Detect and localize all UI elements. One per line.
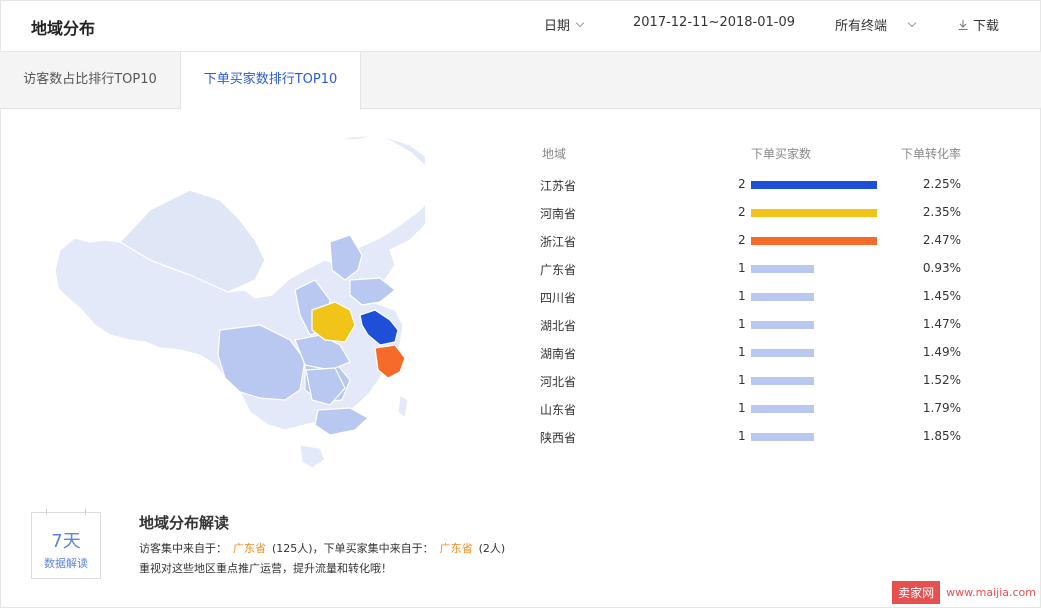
row-region: 江苏省	[540, 179, 577, 193]
table-row[interactable]: 山东省 1 1.79%	[540, 395, 965, 423]
row-region: 河南省	[540, 207, 577, 221]
row-region: 湖北省	[540, 319, 577, 333]
row-region: 河北省	[540, 375, 577, 389]
interpretation-line-2: 重视对这些地区重点推广运营，提升流量和转化哦！	[139, 562, 392, 575]
table-row[interactable]: 湖北省 1 1.47%	[540, 311, 965, 339]
row-bar	[751, 349, 814, 357]
row-bar	[751, 265, 814, 273]
col-header-region: 地域	[542, 147, 567, 161]
watermark-brand: 卖家网	[892, 580, 941, 604]
row-count: 2	[738, 205, 746, 219]
row-region: 广东省	[540, 263, 577, 277]
row-rate: 1.49%	[922, 345, 961, 359]
row-region: 陕西省	[540, 431, 577, 445]
buyer-region: 广东省	[439, 542, 473, 555]
table-row[interactable]: 四川省 1 1.45%	[540, 283, 965, 311]
row-region: 浙江省	[540, 235, 577, 249]
row-region: 湖南省	[540, 347, 577, 361]
row-bar	[751, 405, 814, 413]
row-bar	[751, 293, 814, 301]
row-rate: 0.93%	[922, 261, 961, 275]
header: 地域分布 日期 2017-12-11~2018-01-09 所有终端 下载	[0, 0, 1041, 52]
calendar-rings	[46, 509, 86, 515]
download-button[interactable]: 下载	[957, 15, 999, 34]
row-bar	[751, 433, 814, 441]
terminal-label: 所有终端	[835, 19, 888, 34]
row-region: 山东省	[540, 403, 577, 417]
china-map	[54, 134, 425, 469]
table-row[interactable]: 陕西省 1 1.85%	[540, 423, 965, 451]
table-row[interactable]: 浙江省 2 2.47%	[540, 227, 965, 255]
row-count: 1	[738, 345, 746, 359]
row-count: 1	[738, 373, 746, 387]
badge-days: 7天	[51, 531, 81, 552]
row-count: 2	[738, 233, 746, 247]
row-rate: 2.47%	[922, 233, 961, 247]
table-row[interactable]: 江苏省 2 2.25%	[540, 171, 965, 199]
row-rate: 1.52%	[922, 373, 961, 387]
table-row[interactable]: 广东省 1 0.93%	[540, 255, 965, 283]
tab-visitor-top10[interactable]: 访客数占比排行TOP10	[0, 52, 181, 109]
table-row[interactable]: 湖南省 1 1.49%	[540, 339, 965, 367]
col-header-buyers: 下单买家数	[751, 147, 812, 161]
buyer-count: (2人)	[478, 542, 506, 555]
row-bar	[751, 209, 877, 217]
download-label: 下载	[973, 19, 1000, 34]
row-count: 2	[738, 177, 746, 191]
row-rate: 2.25%	[922, 177, 961, 191]
page-title: 地域分布	[31, 19, 96, 38]
row-bar	[751, 321, 814, 329]
row-count: 1	[738, 317, 746, 331]
row-bar	[751, 377, 814, 385]
interpretation-title: 地域分布解读	[139, 514, 230, 532]
table-row[interactable]: 河南省 2 2.35%	[540, 199, 965, 227]
period-dropdown[interactable]: 日期	[544, 15, 585, 34]
row-rate: 1.79%	[922, 401, 961, 415]
row-bar	[751, 181, 877, 189]
period-label: 日期	[544, 19, 571, 34]
visitor-region: 广东省	[233, 542, 266, 555]
row-rate: 1.85%	[922, 429, 961, 443]
row-bar	[751, 237, 877, 245]
row-rate: 1.45%	[922, 289, 961, 303]
chevron-down-icon	[575, 18, 585, 27]
data-interpretation-badge[interactable]: 7天 数据解读	[31, 509, 101, 579]
date-range[interactable]: 2017-12-11~2018-01-09	[633, 15, 795, 30]
row-region: 四川省	[540, 291, 577, 305]
watermark-url: www.maijia.com	[946, 585, 1036, 599]
row-count: 1	[738, 429, 746, 443]
tab-buyer-top10[interactable]: 下单买家数排行TOP10	[181, 52, 361, 110]
visitor-count: (125人)，下单买家集中来自于：	[272, 542, 434, 555]
col-header-rate: 下单转化率	[901, 147, 962, 161]
chevron-down-icon	[907, 18, 917, 27]
badge-label: 数据解读	[44, 557, 88, 570]
row-count: 1	[738, 261, 746, 275]
row-count: 1	[738, 289, 746, 303]
table-row[interactable]: 河北省 1 1.52%	[540, 367, 965, 395]
line1-prefix: 访客集中来自于：	[139, 542, 227, 555]
row-rate: 2.35%	[922, 205, 961, 219]
tab-bar: 访客数占比排行TOP10 下单买家数排行TOP10	[0, 52, 1041, 110]
interpretation-line-1: 访客集中来自于： 广东省 (125人)，下单买家集中来自于： 广东省 (2人)	[139, 540, 505, 556]
row-count: 1	[738, 401, 746, 415]
download-icon	[958, 19, 968, 30]
terminal-dropdown[interactable]: 所有终端	[835, 15, 917, 34]
row-rate: 1.47%	[922, 317, 961, 331]
watermark: 卖家网 www.maijia.com	[892, 580, 1036, 604]
